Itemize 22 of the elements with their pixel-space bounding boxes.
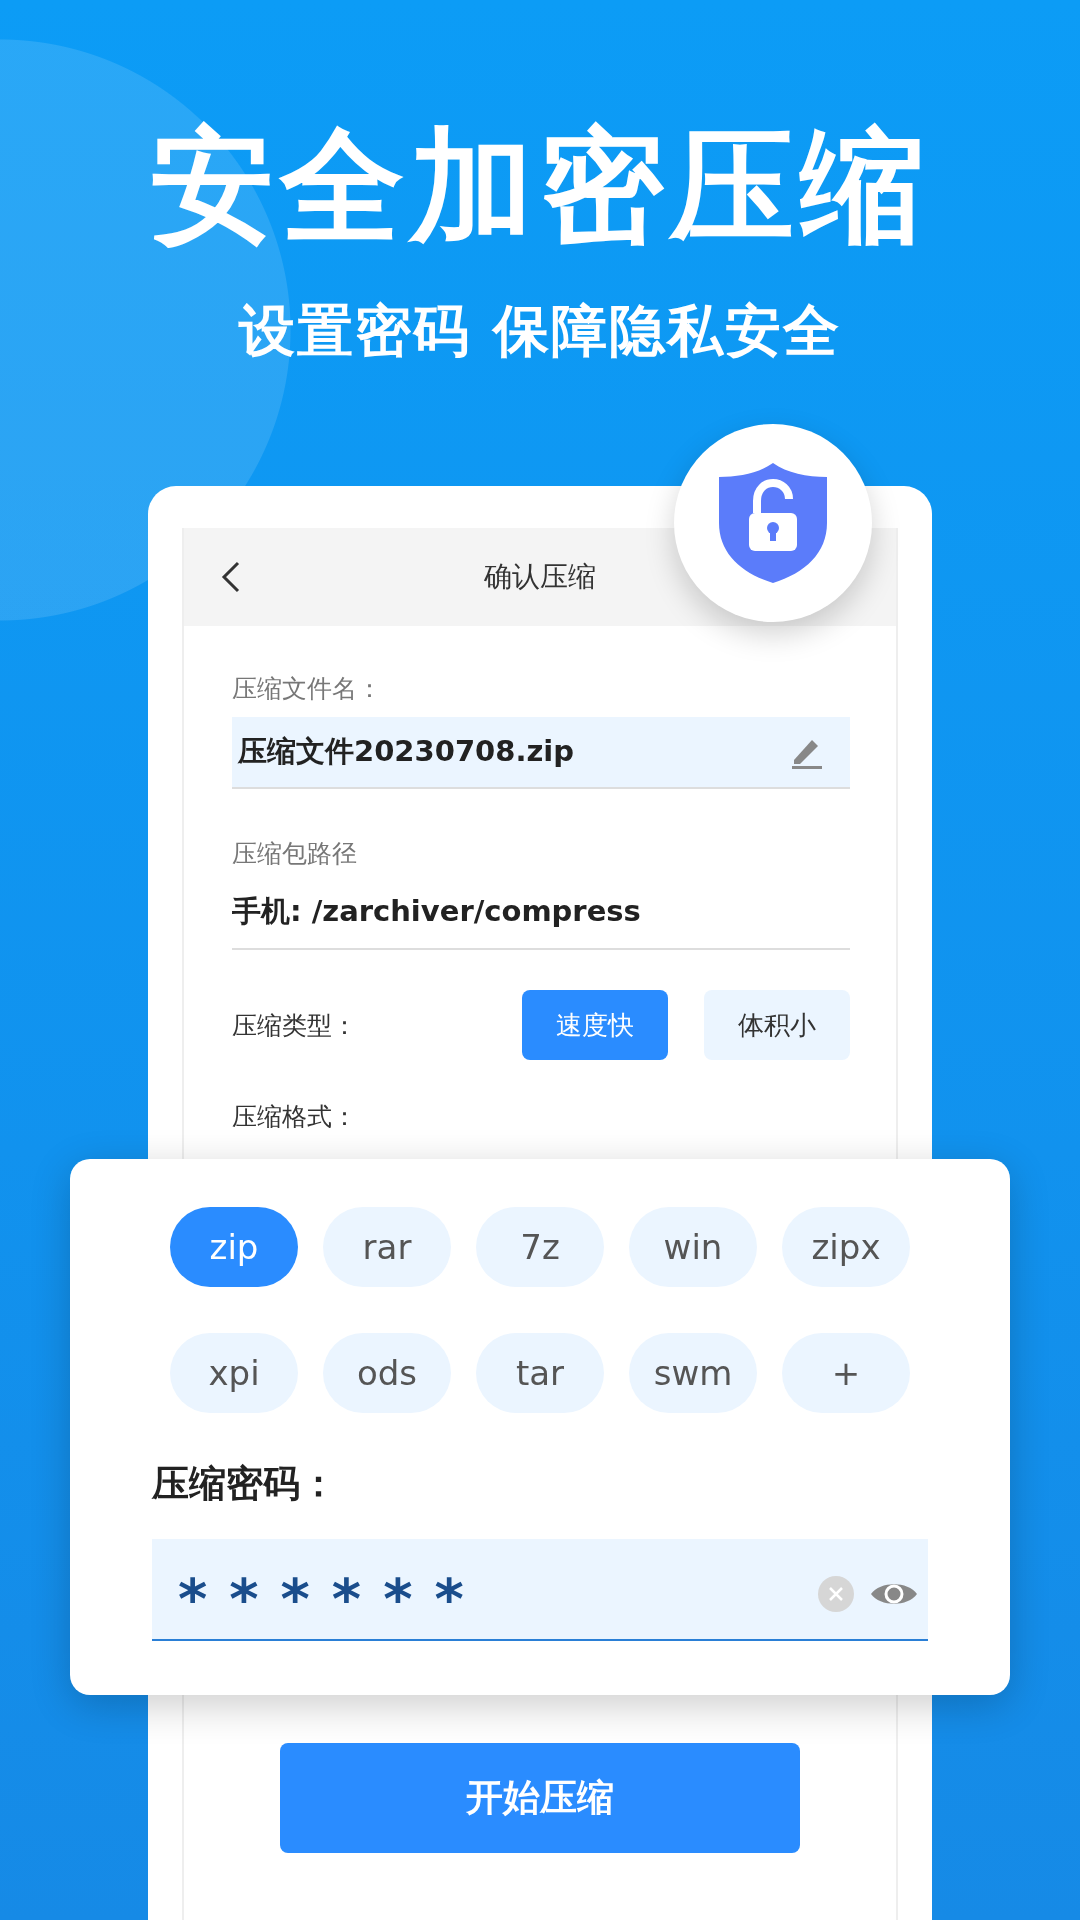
field-label: 压缩包路径	[232, 838, 358, 871]
format-chip[interactable]: 7z	[476, 1207, 604, 1288]
format-chip[interactable]: win	[629, 1207, 757, 1288]
subheadline: 设置密码 保障隐私安全	[239, 297, 841, 366]
file-name-field[interactable]: 压缩文件20230708.zip	[232, 717, 850, 790]
format-chip[interactable]: +	[782, 1333, 910, 1414]
type-option[interactable]: 体积小	[704, 990, 850, 1061]
password-label: 压缩密码：	[152, 1461, 338, 1508]
format-chip[interactable]: tar	[476, 1333, 604, 1414]
field-label: 压缩文件名：	[232, 673, 383, 706]
format-chip[interactable]: xpi	[170, 1333, 298, 1414]
screen-title: 确认压缩	[484, 559, 596, 596]
format-chip[interactable]: rar	[323, 1207, 451, 1288]
field-label: 压缩类型：	[232, 1009, 358, 1042]
format-chip[interactable]: ods	[323, 1333, 451, 1414]
format-chip[interactable]: zipx	[782, 1207, 910, 1288]
path-value: 手机: /zarchiver/compress	[232, 892, 850, 951]
password-field[interactable]: ******	[152, 1539, 928, 1642]
field-label: 压缩格式：	[232, 1101, 358, 1134]
shield-lock-icon	[717, 461, 829, 586]
format-chip[interactable]: swm	[629, 1333, 757, 1414]
headline: 安全加密压缩	[150, 118, 930, 255]
